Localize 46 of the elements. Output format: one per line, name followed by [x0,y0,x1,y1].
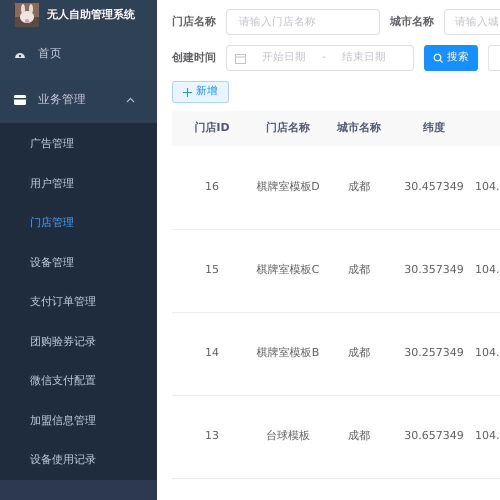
table-cell: 16 [172,146,252,229]
field-label: 创建时间 [172,50,216,66]
table-cell: 104. [474,395,500,478]
plus-icon [183,88,192,96]
menu-item[interactable] [0,480,157,500]
table-cell: 成都 [324,229,394,312]
menu-item[interactable]: 支付订单管理 [0,282,157,322]
menu-item[interactable]: 设备使用记录 [0,440,157,480]
table-cell: 棋牌室模板D [252,146,324,229]
table-cell: 104. [474,229,500,312]
menu-item[interactable]: 首页 [0,30,157,76]
table-cell: 104. [474,146,500,229]
search-icon [433,53,443,63]
table-cell: 30.657349 [394,395,474,478]
menu-item[interactable]: 团购验券记录 [0,322,157,362]
field-label: 城市名称 [390,14,434,30]
menu-item[interactable]: 用户管理 [0,164,157,204]
store-icon [14,94,26,104]
table-cell: 30.357349 [394,229,474,312]
table-cell: 棋牌室模板B [252,312,324,395]
menu-item[interactable]: 广告管理 [0,124,157,164]
table-cell: 成都 [324,146,394,229]
app-title: 无人自助管理系统 [47,7,135,23]
column-header: 纬度 [394,111,474,146]
menu-item[interactable]: 设备管理 [0,243,157,282]
table-cell: 13 [172,395,252,478]
menu-item[interactable]: 门店管理 [0,204,157,243]
field-label: 门店名称 [172,14,216,30]
table-cell: 15 [172,229,252,312]
range-separator: - [322,50,326,66]
table-cell: 14 [172,312,252,395]
store-name-field[interactable]: 请输入门店名称 [226,9,380,35]
table-cell: 棋牌室模板C [252,229,324,312]
table-cell: 30.257349 [394,312,474,395]
column-header: 城市名称 [324,111,394,146]
menu-item[interactable]: 微信支付配置 [0,362,157,401]
calendar-icon [235,52,246,64]
table-cell: 成都 [324,312,394,395]
column-header: 门店ID [172,111,252,146]
table-cell: 成都 [324,395,394,478]
table-cell: 台球模板 [252,395,324,478]
column-header: 门店名称 [252,111,324,146]
table-cell: 104. [474,312,500,395]
city-name-field[interactable]: 请输入城 [444,9,500,35]
table-cell: 30.457349 [394,146,474,229]
menu-item[interactable]: 加盟信息管理 [0,401,157,440]
